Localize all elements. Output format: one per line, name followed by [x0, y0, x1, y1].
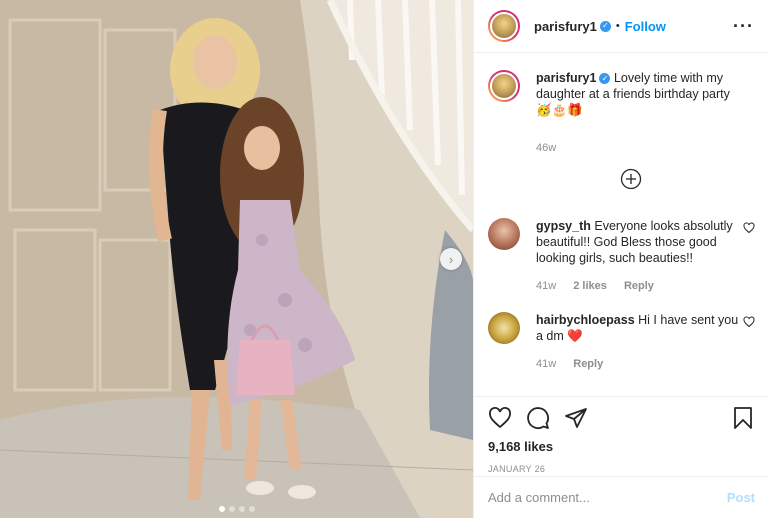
- verified-badge-icon: ✓: [599, 20, 611, 32]
- post-actions: 9,168 likes JANUARY 26: [474, 396, 768, 474]
- carousel-indicator: [0, 506, 473, 512]
- caption-block: parisfury1 ✓ Lovely time with my daughter…: [536, 70, 741, 156]
- comment-age[interactable]: 41w: [536, 280, 556, 292]
- like-comment-heart-icon[interactable]: [743, 316, 755, 328]
- carousel-dot: [238, 506, 245, 512]
- carousel-next-button[interactable]: ›: [440, 248, 462, 270]
- chevron-right-icon: ›: [448, 251, 454, 267]
- carousel-dot: [228, 506, 235, 512]
- like-comment-heart-icon[interactable]: [743, 222, 755, 234]
- post-date[interactable]: JANUARY 26: [474, 464, 768, 474]
- comment-item: gypsy_th Everyone looks absolutly beauti…: [488, 218, 755, 294]
- more-options-icon[interactable]: ···: [733, 17, 754, 35]
- carousel-dot: [218, 506, 225, 512]
- comment-block: hairbychloepass Hi I have sent you a dm …: [536, 312, 741, 372]
- comment-meta: 41w 2 likes Reply: [536, 278, 741, 294]
- load-more-comments-icon[interactable]: [620, 168, 642, 190]
- like-count[interactable]: 9,168 likes: [474, 439, 768, 454]
- add-comment-input[interactable]: [488, 490, 727, 505]
- like-heart-icon[interactable]: [488, 406, 512, 430]
- action-icons: [474, 397, 768, 439]
- comment-username[interactable]: gypsy_th: [536, 219, 591, 233]
- post-comment-button[interactable]: Post: [727, 490, 755, 505]
- commenter-avatar[interactable]: [488, 312, 520, 344]
- reply-button[interactable]: Reply: [624, 280, 654, 292]
- share-paper-plane-icon[interactable]: [564, 406, 588, 430]
- verified-badge-icon: ✓: [599, 73, 611, 85]
- post-header: parisfury1 ✓ • Follow ···: [474, 0, 768, 53]
- comment-block: gypsy_th Everyone looks absolutly beauti…: [536, 218, 741, 294]
- add-comment-bar: Post: [474, 476, 768, 518]
- reply-button[interactable]: Reply: [573, 358, 603, 370]
- carousel-dot: [248, 506, 255, 512]
- comment-bubble-icon[interactable]: [526, 406, 550, 430]
- photo-scene: [0, 0, 473, 518]
- comment-username[interactable]: hairbychloepass: [536, 313, 635, 327]
- caption-author-avatar[interactable]: [488, 70, 520, 102]
- author-username[interactable]: parisfury1: [534, 19, 597, 34]
- post-details-panel: parisfury1 ✓ • Follow ··· parisfury1 ✓ Lo…: [473, 0, 768, 518]
- comment-age[interactable]: 41w: [536, 358, 556, 370]
- save-bookmark-icon[interactable]: [731, 406, 755, 430]
- caption-meta: 46w: [536, 140, 741, 156]
- caption-row: parisfury1 ✓ Lovely time with my daughter…: [488, 70, 755, 156]
- comment-meta: 41w Reply: [536, 356, 741, 372]
- comment-item: hairbychloepass Hi I have sent you a dm …: [488, 312, 755, 372]
- author-avatar[interactable]: [488, 10, 520, 42]
- follow-button[interactable]: Follow: [625, 19, 666, 34]
- comments-list: parisfury1 ✓ Lovely time with my daughter…: [474, 54, 768, 396]
- header-separator: •: [615, 20, 620, 32]
- caption-username[interactable]: parisfury1: [536, 71, 596, 85]
- post-photo[interactable]: ›: [0, 0, 473, 518]
- instagram-post: › parisfury1 ✓ • Follow ··· parisfury1✓: [0, 0, 768, 518]
- comment-likes[interactable]: 2 likes: [573, 280, 607, 292]
- caption-age[interactable]: 46w: [536, 142, 556, 154]
- commenter-avatar[interactable]: [488, 218, 520, 250]
